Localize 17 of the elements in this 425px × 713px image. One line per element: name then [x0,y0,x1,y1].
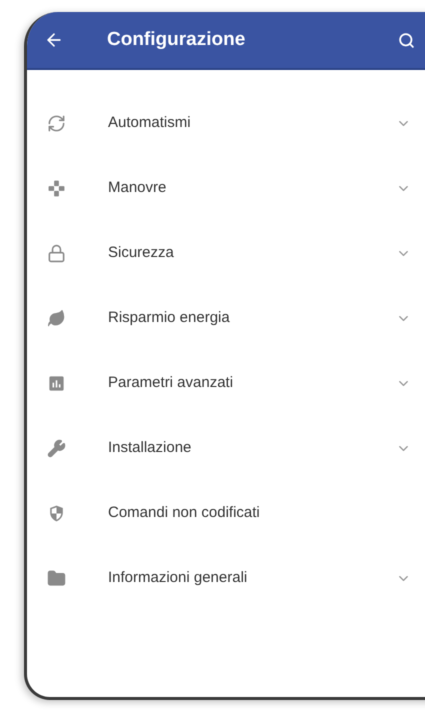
menu-item[interactable]: Parametri avanzati [27,351,425,416]
menu-item-label: Parametri avanzati [108,373,234,394]
menu-item-label: Comandi non codificati [108,503,260,524]
menu-item[interactable]: Manovre [27,156,425,221]
menu-item-label: Risparmio energia [108,308,230,328]
menu-item-label: Manovre [108,178,166,198]
menu-item[interactable]: Informazioni generali [27,546,425,611]
menu-item-label: Automatismi [108,113,191,134]
menu-item-label: Installazione [108,438,192,458]
screen-title: Configurazione [107,28,246,52]
menu-item-label: Informazioni generali [108,568,248,588]
menu-item-label: Sicurezza [108,243,174,264]
menu-item[interactable]: Automatismi [27,91,425,156]
menu-item[interactable]: Sicurezza [27,221,425,286]
menu-item[interactable]: Risparmio energia [27,286,425,351]
menu-item[interactable]: Comandi non codificati [27,481,425,546]
menu-item[interactable]: Installazione [27,416,425,481]
